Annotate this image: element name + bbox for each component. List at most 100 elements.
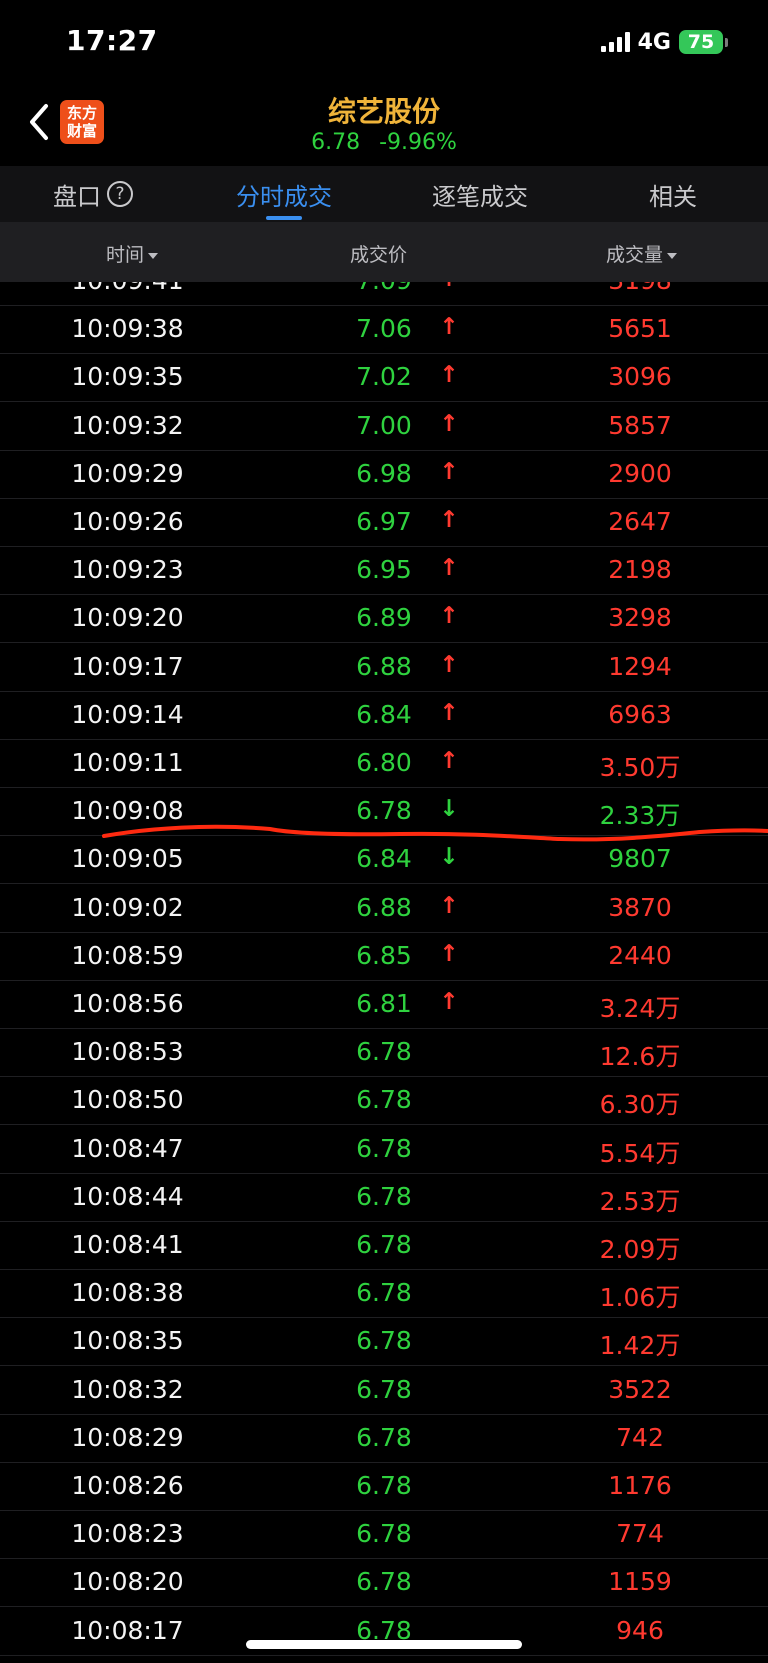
trade-volume: 2.33万 xyxy=(599,801,681,831)
column-label: 时间 xyxy=(106,244,145,266)
trade-volume: 3.24万 xyxy=(599,994,681,1023)
trade-time: 10:09:05 xyxy=(71,844,184,874)
trade-row: 10:09:23 6.95 ↑ 2198 xyxy=(0,547,768,596)
trade-row: 10:09:08 6.78 ↓ 2.33万 xyxy=(0,788,768,837)
down-arrow-icon: ↓ xyxy=(439,796,459,823)
battery-icon: 75 xyxy=(679,30,728,54)
trade-time: 10:09:26 xyxy=(71,507,184,536)
trade-volume: 1294 xyxy=(608,651,672,681)
trade-volume: 2.09万 xyxy=(599,1235,681,1264)
stock-quote: 6.78 -9.96% xyxy=(0,130,768,155)
trade-row: 10:08:53 6.78 12.6万 xyxy=(0,1029,768,1078)
up-arrow-icon: ↑ xyxy=(439,362,459,389)
help-icon[interactable]: ? xyxy=(107,181,133,207)
trade-price: 6.78 xyxy=(356,1422,412,1452)
down-arrow-icon: ↓ xyxy=(439,844,459,871)
trade-volume: 5857 xyxy=(608,410,672,440)
trade-price: 6.88 xyxy=(356,651,412,681)
status-bar: 17:27 4G 75 xyxy=(0,0,768,84)
trade-row: 10:09:41 7.09↑ 3198 xyxy=(0,282,768,306)
trade-row: 10:08:59 6.85 ↑ 2440 xyxy=(0,933,768,981)
tab-tick-trades[interactable]: 逐笔成交 xyxy=(382,166,578,222)
trade-row: 10:09:38 7.06 ↑ 5651 xyxy=(0,306,768,355)
trade-time: 10:08:20 xyxy=(71,1567,184,1597)
trade-time: 10:08:41 xyxy=(71,1230,184,1259)
trade-volume: 3.50万 xyxy=(599,753,681,782)
trade-time: 10:08:38 xyxy=(71,1278,184,1308)
trade-price: 6.80 xyxy=(356,748,412,777)
trade-row: 10:09:14 6.84 ↑ 6963 xyxy=(0,692,768,740)
trade-row: 10:09:05 6.84 ↓ 9807 xyxy=(0,836,768,885)
trade-time: 10:09:11 xyxy=(71,748,184,777)
trade-volume: 3096 xyxy=(608,362,672,392)
trade-row: 10:09:35 7.02 ↑ 3096 xyxy=(0,354,768,403)
trade-row: 10:08:41 6.78 2.09万 xyxy=(0,1222,768,1270)
trade-price: 6.98 xyxy=(356,458,412,488)
trade-row: 10:08:44 6.78 2.53万 xyxy=(0,1174,768,1222)
status-indicators: 4G 75 xyxy=(600,28,728,56)
trade-time: 10:09:20 xyxy=(71,603,184,633)
trade-price: 6.78 xyxy=(356,1133,412,1163)
stock-header: 东方 财富 综艺股份 6.78 -9.96% xyxy=(0,84,768,166)
up-arrow-icon: ↑ xyxy=(439,748,459,774)
trade-time: 10:08:53 xyxy=(71,1037,184,1067)
trade-price: 6.78 xyxy=(356,1278,412,1308)
up-arrow-icon: ↑ xyxy=(439,507,459,533)
trade-price: 6.78 xyxy=(356,1519,412,1549)
trade-volume: 774 xyxy=(616,1519,664,1549)
trade-time: 10:08:47 xyxy=(71,1133,184,1163)
trade-price: 6.81 xyxy=(356,989,412,1018)
trade-price: 6.84 xyxy=(356,844,412,874)
trade-volume: 5.54万 xyxy=(599,1138,681,1168)
home-indicator[interactable] xyxy=(246,1640,522,1649)
sort-caret-icon xyxy=(667,252,678,259)
network-type: 4G xyxy=(637,29,671,55)
trade-price: 6.78 xyxy=(356,796,412,826)
trade-row: 10:09:02 6.88 ↑ 3870 xyxy=(0,885,768,933)
trade-volume: 2647 xyxy=(608,507,672,536)
up-arrow-icon: ↑ xyxy=(439,458,459,485)
trade-time: 10:09:41 xyxy=(0,282,255,295)
trade-price: 6.78 xyxy=(356,1374,412,1404)
trade-list[interactable]: 10:09:417.09↑319810:09:387.06↑565110:09:… xyxy=(0,282,768,1663)
trade-time: 10:08:44 xyxy=(71,1181,184,1211)
trade-row: 10:08:35 6.78 1.42万 xyxy=(0,1318,768,1367)
trade-row: 10:08:50 6.78 6.30万 xyxy=(0,1077,768,1126)
column-header-time[interactable]: 时间 xyxy=(106,240,159,267)
tab-order-book[interactable]: 盘口 ? xyxy=(0,166,186,222)
trade-price: 6.95 xyxy=(356,555,412,585)
trade-volume: 9807 xyxy=(608,844,672,874)
trade-price: 7.06 xyxy=(356,314,412,344)
up-arrow-icon: ↑ xyxy=(439,699,459,726)
trade-price: 6.89 xyxy=(356,603,412,633)
trade-row: 10:08:56 6.81 ↑ 3.24万 xyxy=(0,981,768,1029)
up-arrow-icon: ↑ xyxy=(434,282,464,292)
trade-time: 10:08:32 xyxy=(71,1374,184,1404)
trade-volume: 3298 xyxy=(608,603,672,633)
trade-time: 10:08:59 xyxy=(71,940,184,970)
trade-volume: 6963 xyxy=(608,699,672,729)
trade-time: 10:09:38 xyxy=(71,314,184,344)
column-header-volume[interactable]: 成交量 xyxy=(606,240,678,267)
trade-price: 7.00 xyxy=(356,410,412,440)
stock-price: 6.78 xyxy=(311,130,361,155)
tab-related[interactable]: 相关 xyxy=(578,166,768,222)
tab-label: 逐笔成交 xyxy=(432,182,528,211)
trade-time: 10:09:29 xyxy=(71,458,184,488)
trade-price: 6.84 xyxy=(356,699,412,729)
table-header: 时间 成交价 成交量 xyxy=(0,222,768,282)
trade-price: 6.78 xyxy=(356,1037,412,1067)
trade-volume: 3870 xyxy=(608,892,672,922)
trade-volume: 1.42万 xyxy=(599,1331,681,1361)
trade-time: 10:09:02 xyxy=(71,892,184,922)
trade-volume: 946 xyxy=(616,1615,664,1645)
trade-row: 10:09:11 6.80 ↑ 3.50万 xyxy=(0,740,768,788)
trade-price: 6.78 xyxy=(356,1181,412,1211)
trade-row: 10:09:20 6.89 ↑ 3298 xyxy=(0,595,768,644)
trade-time: 10:09:08 xyxy=(71,796,184,826)
up-arrow-icon: ↑ xyxy=(439,410,459,437)
tab-minute-trades[interactable]: 分时成交 xyxy=(186,166,382,222)
trade-volume: 12.6万 xyxy=(599,1042,681,1072)
up-arrow-icon: ↑ xyxy=(439,892,459,919)
tab-label: 分时成交 xyxy=(236,182,332,211)
